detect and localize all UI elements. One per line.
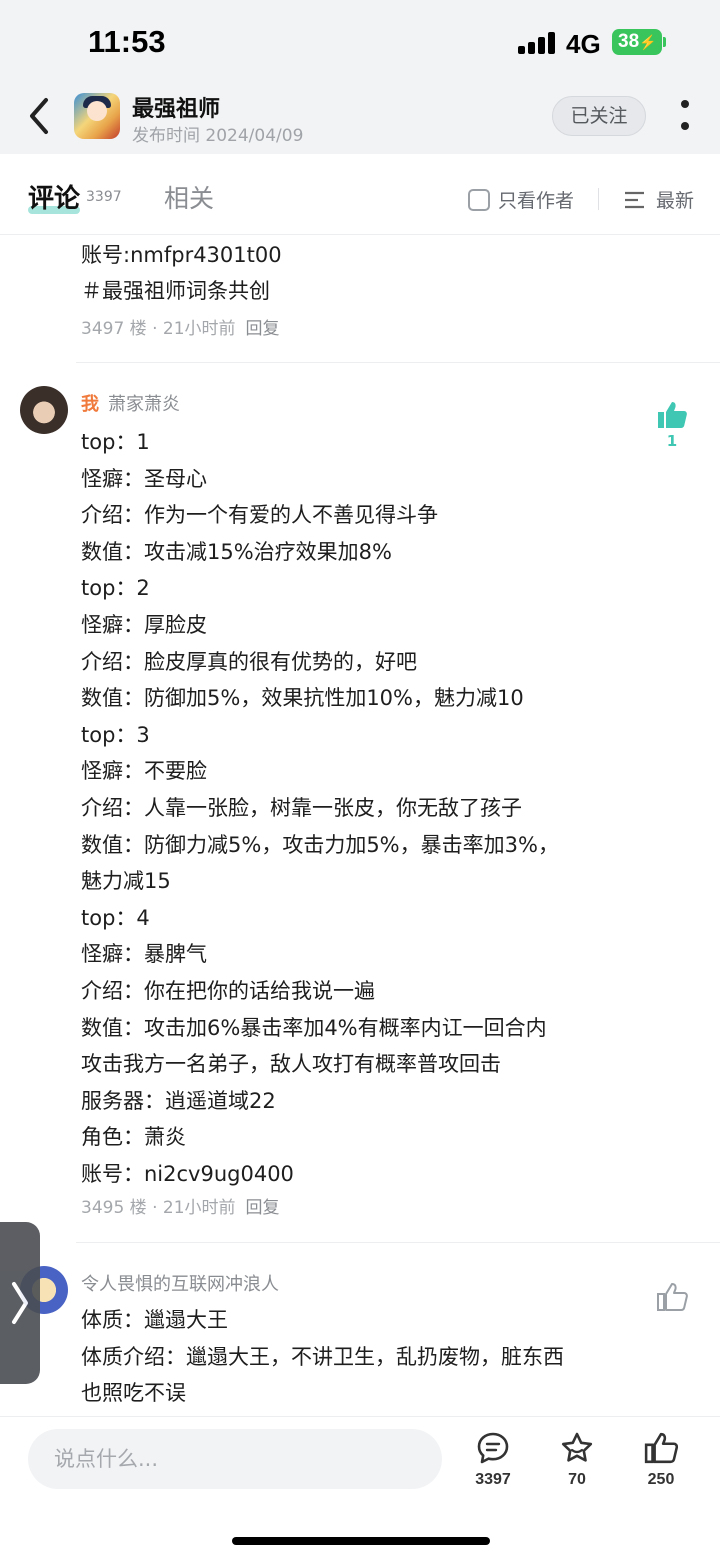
comment-line: 数值：攻击减15%治疗效果加8% [81,539,392,564]
network-label: 4G [566,29,601,59]
like-button[interactable] [652,1282,692,1316]
like-count: 1 [666,432,678,450]
comment-line: 攻击我方一名弟子，敌人攻打有概率普攻回击 [81,1052,501,1077]
comment-line: 介绍：你在把你的话给我说一遍 [81,979,375,1003]
comment-username[interactable]: 令人畏惧的互联网冲浪人 [81,1270,279,1296]
comment-line: 怪癖：圣母心 [81,466,207,491]
thumb-up-icon [657,1283,688,1311]
star-icon [561,1432,593,1462]
favorites-count: 70 [568,1471,586,1488]
floor-time: 3495 楼 · 21小时前 [81,1198,236,1218]
comment-meta: 3495 楼 · 21小时前 回复 [81,1193,280,1218]
comment-line: 怪癖：不要脸 [81,759,207,784]
reply-button[interactable]: 回复 [246,1198,280,1218]
comment-list: 账号:nmfpr4301t00 ＃最强祖师词条共创 3497 楼 · 21小时前… [0,234,720,1416]
home-indicator [232,1537,490,1545]
more-dots-icon[interactable] [676,100,694,134]
comment-line: 怪癖：暴脾气 [81,942,207,967]
comment-bubble-icon [477,1432,509,1464]
signal-icon [518,32,558,54]
comment-line: 体质：邋遢大王 [81,1308,228,1332]
comment-line: 魅力减15 [81,869,171,894]
tab-related[interactable]: 相关 [164,179,214,215]
publish-time: 发布时间 2024/04/09 [132,126,304,146]
battery-level: 38 [618,31,640,52]
chevron-right-icon [12,1282,28,1324]
comments-count: 3397 [475,1471,511,1488]
comment-line: 体质介绍：邋遢大王，不讲卫生，乱扔废物，脏东西 [81,1345,564,1369]
checkbox-icon[interactable] [468,189,490,211]
side-drawer-handle[interactable] [0,1222,40,1384]
comment-input[interactable] [28,1429,442,1489]
me-tag: 我 [81,394,99,415]
likes-count: 250 [647,1471,675,1488]
status-bar: 11:53 4G 38⚡ [0,0,720,80]
status-time: 11:53 [88,24,166,59]
tab-comments[interactable]: 评论 [28,178,80,215]
comment-line: top：2 [81,576,150,601]
comment-line: top：3 [81,722,150,747]
author-only-toggle[interactable]: 只看作者 [468,186,574,213]
floor-time: 3497 楼 · 21小时前 [81,319,236,339]
comment-line: 账号:nmfpr4301t00 [81,243,282,267]
comment-line: 服务器：逍遥道域22 [81,1088,276,1113]
comment-tabs: 评论 3397 相关 只看作者 最新 [0,154,720,235]
post-header: 最强祖师 发布时间 2024/04/09 已关注 [0,80,720,154]
comment-line: 角色：萧炎 [81,1125,186,1150]
comment-meta: 3497 楼 · 21小时前 回复 [81,314,280,339]
comment-line: 也照吃不误 [81,1381,186,1405]
divider [598,188,599,210]
game-title[interactable]: 最强祖师 [132,91,220,123]
comment-separator [76,362,720,363]
like-button[interactable]: 1 [652,400,692,450]
tab-comments-count: 3397 [86,189,122,205]
comment-line: 数值：防御力减5%，攻击力加5%，暴击率加3%， [81,832,559,857]
comment-username[interactable]: 萧家萧炎 [108,390,180,416]
comment-line: 账号：ni2cv9ug0400 [81,1162,294,1186]
thumb-up-icon [644,1432,679,1464]
author-only-label: 只看作者 [498,190,575,212]
comment-line: 怪癖：厚脸皮 [81,613,207,637]
comment-line: 数值：攻击加6%暴击率加4%有概率内讧一回合内 [81,1015,547,1040]
thumb-up-icon [658,402,687,428]
comment-line: ＃最强祖师词条共创 [81,279,270,303]
comment-line: 介绍：作为一个有爱的人不善见得斗争 [81,503,438,528]
battery-icon: 38⚡ [612,29,662,55]
avatar[interactable] [20,386,68,434]
comments-button[interactable]: 3397 [463,1431,523,1489]
reply-button[interactable]: 回复 [246,319,280,339]
comment-line: 介绍：脸皮厚真的很有优势的，好吧 [81,649,417,674]
game-avatar[interactable] [74,93,120,139]
bottom-action-bar: 3397 70 250 [0,1416,720,1559]
back-button[interactable] [24,96,58,136]
comment-line: 数值：防御加5%，效果抗性加10%，魅力减10 [81,686,524,711]
battery-cap [663,37,666,47]
comment-line: top：1 [81,430,150,454]
follow-button[interactable]: 已关注 [552,96,646,136]
comment-line: 介绍：人靠一张脸，树靠一张皮，你无敌了孩子 [81,796,522,820]
comment-separator [76,1242,720,1243]
like-post-button[interactable]: 250 [631,1431,691,1489]
sort-button[interactable]: 最新 [624,186,694,213]
favorite-button[interactable]: 70 [547,1431,607,1489]
back-arrow-icon [30,98,48,134]
comment-line: top：4 [81,905,150,930]
sort-label: 最新 [656,190,695,212]
sort-list-icon [625,191,644,209]
